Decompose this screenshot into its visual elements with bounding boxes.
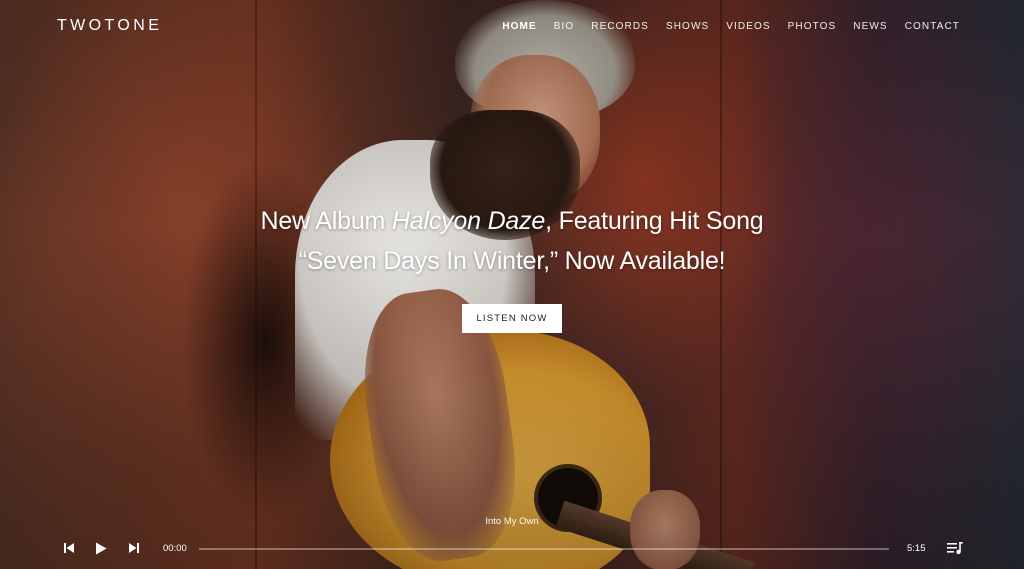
headline-suffix: , Featuring Hit Song: [545, 207, 764, 235]
play-icon[interactable]: [92, 539, 110, 557]
previous-icon[interactable]: [60, 539, 78, 557]
hero-headline: New Album Halcyon Daze, Featuring Hit So…: [0, 201, 1024, 281]
audio-player: Into My Own 00:00 5:15: [0, 509, 1024, 569]
nav-item-shows[interactable]: SHOWS: [666, 21, 709, 33]
current-time: 00:00: [163, 543, 187, 554]
nav-item-home[interactable]: HOME: [502, 21, 536, 33]
nav-item-videos[interactable]: VIDEOS: [726, 21, 770, 33]
nav-item-photos[interactable]: PHOTOS: [788, 21, 837, 33]
album-title: Halcyon Daze: [391, 207, 546, 235]
headline-prefix: New Album: [260, 207, 392, 235]
duration: 5:15: [907, 543, 926, 554]
nav-item-bio[interactable]: BIO: [554, 21, 575, 33]
progress-bar[interactable]: [199, 548, 889, 550]
track-title: Into My Own: [485, 516, 539, 527]
nav-item-contact[interactable]: CONTACT: [905, 21, 960, 33]
site-header: TWOTONE HOME BIO RECORDS SHOWS VIDEOS PH…: [0, 0, 1024, 54]
nav-item-news[interactable]: NEWS: [853, 21, 887, 33]
nav-item-records[interactable]: RECORDS: [591, 21, 649, 33]
next-icon[interactable]: [125, 539, 143, 557]
main-nav: HOME BIO RECORDS SHOWS VIDEOS PHOTOS NEW…: [485, 21, 960, 33]
playlist-icon[interactable]: [946, 539, 964, 557]
site-logo[interactable]: TWOTONE: [57, 17, 162, 35]
hero-section: New Album Halcyon Daze, Featuring Hit So…: [0, 201, 1024, 333]
listen-now-button[interactable]: LISTEN NOW: [462, 304, 562, 333]
headline-line-two: “Seven Days In Winter,” Now Available!: [298, 247, 726, 275]
